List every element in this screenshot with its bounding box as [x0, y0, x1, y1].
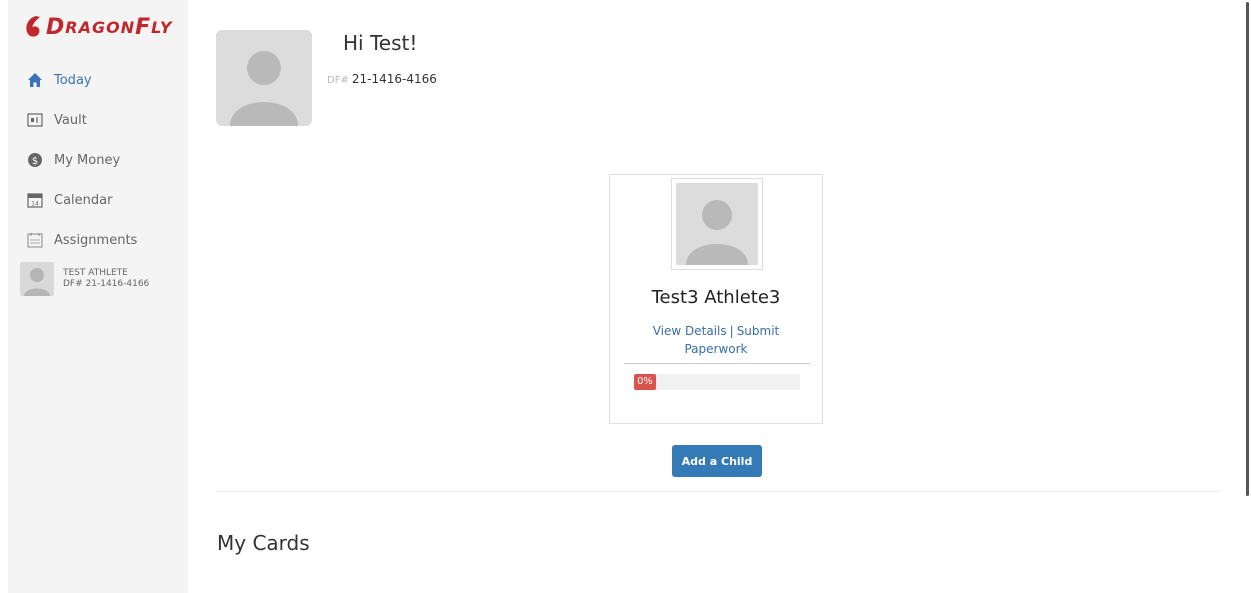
df-number: 21-1416-4166: [85, 279, 150, 289]
sidebar-item-label: Vault: [54, 112, 87, 128]
vault-icon: [26, 111, 44, 129]
sidebar-item-assignments[interactable]: Assignments: [26, 220, 186, 260]
avatar-placeholder-icon: [686, 200, 748, 265]
calendar-icon: 14: [26, 191, 44, 209]
my-cards-heading: My Cards: [217, 531, 310, 555]
sidebar-user-profile[interactable]: TEST ATHLETE DF# 21-1416-4166: [20, 262, 149, 296]
dragonfly-logo[interactable]: D RAGON F LY: [22, 14, 172, 40]
money-icon: $: [26, 151, 44, 169]
df-prefix: DF#: [63, 279, 83, 289]
sidebar-item-calendar[interactable]: 14 Calendar: [26, 180, 186, 220]
card-divider: [624, 363, 810, 364]
avatar-placeholder-icon: [230, 51, 298, 126]
logo-letter: F: [135, 14, 152, 40]
section-divider: [216, 491, 1220, 492]
child-name: Test3 Athlete3: [651, 287, 781, 308]
sidebar-item-label: Assignments: [54, 232, 138, 248]
df-number-line: DF# 21-1416-4166: [327, 72, 437, 86]
logo-word-part: LY: [151, 17, 173, 37]
page-scrollbar[interactable]: [1245, 0, 1251, 593]
sidebar-item-vault[interactable]: Vault: [26, 100, 186, 140]
home-icon: [26, 71, 44, 89]
view-details-link[interactable]: View Details: [653, 324, 727, 338]
logo-letter: D: [46, 14, 66, 40]
df-prefix: DF#: [327, 75, 349, 86]
sidebar-item-today[interactable]: Today: [26, 60, 186, 100]
avatar-placeholder-icon: [24, 268, 50, 296]
link-separator: |: [729, 324, 734, 338]
sidebar-user-name: TEST ATHLETE: [63, 268, 128, 278]
logo-word-part: RAGON: [65, 17, 136, 37]
paperwork-progress-bar: 0%: [634, 374, 800, 390]
sidebar-user-info: TEST ATHLETE DF# 21-1416-4166: [63, 268, 149, 290]
profile-avatar[interactable]: [216, 30, 312, 126]
sidebar-item-label: Calendar: [54, 192, 113, 208]
greeting-title: Hi Test!: [343, 31, 418, 55]
df-number: 21-1416-4166: [351, 72, 437, 86]
sidebar-item-label: Today: [54, 72, 92, 88]
sidebar-nav: Today Vault $ My Money 14 Calendar Assig…: [26, 60, 186, 260]
scrollbar-thumb[interactable]: [1246, 2, 1249, 496]
child-avatar[interactable]: [676, 183, 758, 265]
sidebar-user-df: DF# 21-1416-4166: [63, 279, 149, 290]
sidebar: D RAGON F LY Today Vault $ My Money 14 Cale…: [8, 0, 188, 593]
dragonfly-logo-mark-icon: [26, 16, 40, 37]
child-card-links: View Details | Submit Paperwork: [630, 322, 802, 358]
add-child-button[interactable]: Add a Child: [672, 445, 762, 477]
progress-fill: 0%: [634, 374, 656, 390]
child-avatar-frame: [671, 178, 763, 270]
assignments-icon: [26, 231, 44, 249]
child-card: Test3 Athlete3 View Details | Submit Paper…: [609, 174, 823, 424]
svg-text:$: $: [32, 156, 38, 167]
sidebar-item-my-money[interactable]: $ My Money: [26, 140, 186, 180]
sidebar-item-label: My Money: [54, 152, 121, 168]
avatar: [20, 262, 54, 296]
svg-text:14: 14: [31, 201, 39, 208]
